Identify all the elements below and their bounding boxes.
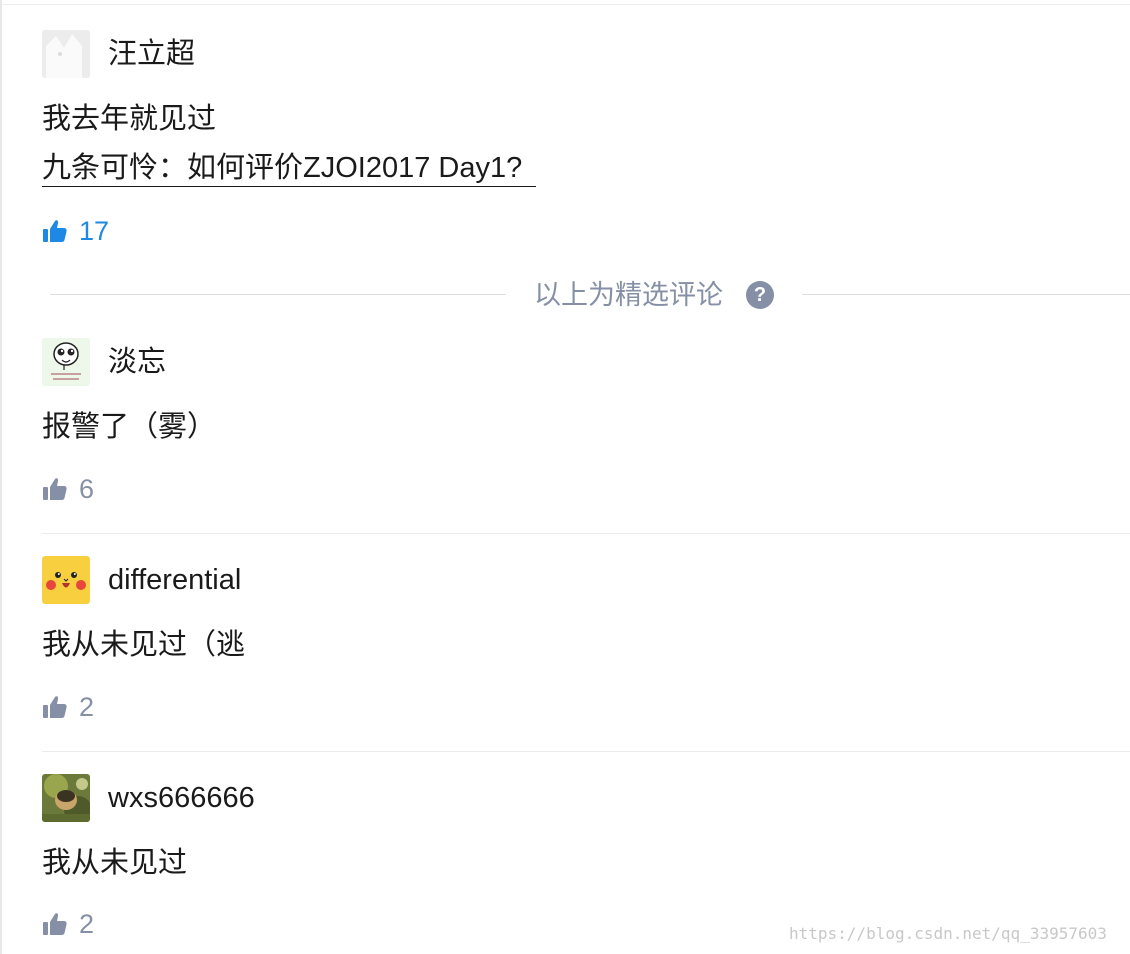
comment-author[interactable]: 汪立超 bbox=[108, 37, 195, 71]
top-border bbox=[2, 4, 1130, 5]
left-border bbox=[0, 0, 2, 954]
watermark-text: https://blog.csdn.net/qq_33957603 bbox=[789, 924, 1107, 943]
question-circle-icon[interactable]: ? bbox=[746, 281, 774, 309]
featured-comments-label: 以上为精选评论 bbox=[534, 280, 723, 310]
comment-header: 淡忘 bbox=[42, 338, 1130, 386]
comment-author[interactable]: wxs666666 bbox=[108, 781, 255, 815]
thumbs-up-icon bbox=[43, 220, 67, 242]
like-button[interactable]: 2 bbox=[42, 692, 94, 722]
like-count: 6 bbox=[79, 474, 95, 504]
like-button[interactable]: 17 bbox=[42, 216, 109, 246]
comment-text: 报警了（雾） bbox=[42, 411, 217, 443]
default-avatar-icon[interactable] bbox=[42, 30, 90, 78]
comment-divider bbox=[42, 533, 1130, 534]
thumbs-up-icon bbox=[43, 478, 67, 500]
comment-text: 我从未见过 bbox=[42, 847, 188, 879]
comment-header: differential bbox=[42, 556, 1130, 604]
like-count: 2 bbox=[79, 909, 95, 939]
featured-comments-separator: 以上为精选评论 ? bbox=[50, 276, 1130, 314]
comment-item: differential bbox=[42, 556, 1130, 604]
comment-item: 淡忘 bbox=[42, 338, 1130, 386]
comment-item: wxs666666 bbox=[42, 774, 1130, 822]
comment-author[interactable]: differential bbox=[108, 563, 241, 597]
comment-header: 汪立超 bbox=[42, 30, 1130, 78]
separator-line bbox=[802, 294, 1130, 295]
comment-author[interactable]: 淡忘 bbox=[108, 345, 166, 379]
comment-header: wxs666666 bbox=[42, 774, 1130, 822]
like-count: 2 bbox=[79, 692, 95, 722]
comment-text: 我去年就见过 bbox=[42, 103, 217, 135]
like-button[interactable]: 6 bbox=[42, 474, 94, 504]
cartoon-face-avatar-icon[interactable] bbox=[42, 338, 90, 386]
like-button[interactable]: 2 bbox=[42, 909, 94, 939]
comment-divider bbox=[42, 751, 1130, 752]
like-count: 17 bbox=[79, 216, 110, 246]
thumbs-up-icon bbox=[43, 913, 67, 935]
comment-item: 汪立超 bbox=[42, 30, 1130, 78]
comment-text: 我从未见过（逃 bbox=[42, 629, 246, 661]
quote-link[interactable]: 九条可怜：如何评价ZJOI2017 Day1? bbox=[42, 150, 537, 187]
pikachu-avatar-icon[interactable] bbox=[42, 556, 90, 604]
separator-line bbox=[50, 294, 506, 295]
thumbs-up-icon bbox=[43, 696, 67, 718]
photo-avatar-icon[interactable] bbox=[42, 774, 90, 822]
